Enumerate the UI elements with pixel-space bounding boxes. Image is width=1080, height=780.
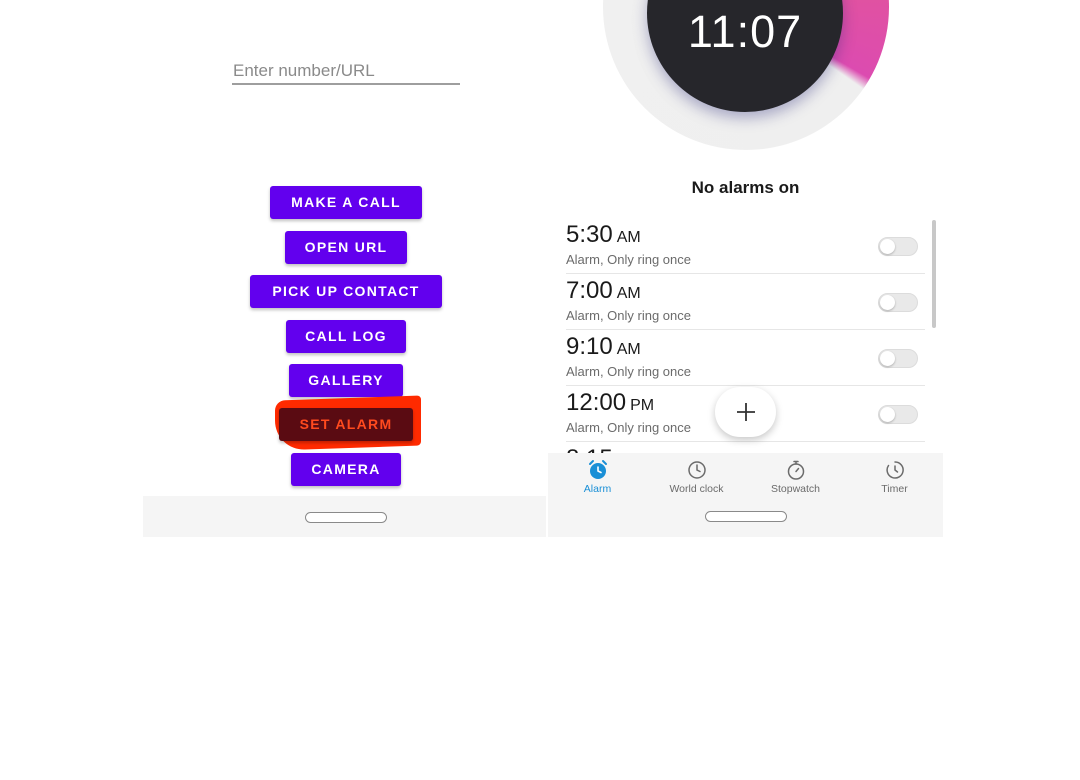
alarm-description: Alarm, Only ring once bbox=[566, 252, 691, 267]
alarm-row[interactable]: 5:30 AM Alarm, Only ring once bbox=[566, 218, 925, 274]
add-alarm-button[interactable] bbox=[715, 387, 776, 437]
timer-icon bbox=[885, 461, 904, 479]
make-call-button[interactable]: MAKE A CALL bbox=[270, 186, 422, 219]
home-gesture-pill[interactable] bbox=[305, 512, 387, 523]
tab-label: World clock bbox=[669, 483, 724, 495]
alarm-description: Alarm, Only ring once bbox=[566, 420, 691, 435]
alarm-status-text: No alarms on bbox=[691, 178, 800, 197]
number-url-input[interactable] bbox=[232, 58, 460, 85]
alarm-description: Alarm, Only ring once bbox=[566, 364, 691, 379]
alarm-time: 7:00 AM bbox=[566, 277, 641, 304]
alarm-row[interactable]: 9:10 AM Alarm, Only ring once bbox=[566, 330, 925, 386]
alarm-ampm: AM bbox=[616, 285, 641, 302]
tab-label: Stopwatch bbox=[770, 483, 821, 495]
alarm-time: 5:30 AM bbox=[566, 221, 641, 248]
open-url-button[interactable]: OPEN URL bbox=[285, 231, 407, 264]
alarm-ampm: AM bbox=[616, 341, 641, 358]
alarm-toggle[interactable] bbox=[878, 237, 918, 256]
stopwatch-icon bbox=[787, 460, 804, 480]
call-log-button[interactable]: CALL LOG bbox=[286, 320, 406, 353]
alarm-ampm: PM bbox=[630, 397, 655, 414]
intent-app-screen: MAKE A CALL OPEN URL PICK UP CONTACT CAL… bbox=[143, 0, 546, 537]
current-time: 11:07 bbox=[687, 6, 803, 57]
screenshot-canvas: MAKE A CALL OPEN URL PICK UP CONTACT CAL… bbox=[0, 0, 1080, 780]
bottom-tab-bar: Alarm World clock Stopwatch Timer bbox=[548, 453, 943, 537]
alarm-row[interactable]: 7:00 AM Alarm, Only ring once bbox=[566, 274, 925, 330]
alarm-time: 12:00 PM bbox=[566, 389, 655, 416]
alarm-toggle[interactable] bbox=[878, 349, 918, 368]
toggle-knob bbox=[880, 351, 895, 366]
toggle-knob bbox=[880, 407, 895, 422]
pick-up-contact-button[interactable]: PICK UP CONTACT bbox=[250, 275, 442, 308]
tab-timer[interactable]: Timer bbox=[845, 459, 943, 501]
plus-icon bbox=[736, 403, 755, 421]
alarm-ampm: AM bbox=[616, 229, 641, 246]
alarm-toggle[interactable] bbox=[878, 293, 918, 312]
clock-app-screen: 11:07 No alarms on 5:30 AM Alarm, Only ri… bbox=[548, 0, 943, 537]
alarm-time: 8:15 bbox=[566, 445, 613, 453]
toggle-knob bbox=[880, 239, 895, 254]
alarm-time: 9:10 AM bbox=[566, 333, 641, 360]
tab-stopwatch[interactable]: Stopwatch bbox=[746, 459, 845, 501]
tab-world-clock[interactable]: World clock bbox=[647, 459, 746, 501]
list-scrollbar[interactable] bbox=[932, 220, 936, 328]
camera-button[interactable]: CAMERA bbox=[291, 453, 401, 486]
toggle-knob bbox=[880, 295, 895, 310]
tab-alarm[interactable]: Alarm bbox=[548, 459, 647, 501]
alarm-row-partial[interactable]: 8:15 bbox=[566, 442, 925, 453]
world-clock-icon bbox=[687, 461, 706, 479]
gallery-button[interactable]: GALLERY bbox=[289, 364, 403, 397]
home-gesture-pill[interactable] bbox=[705, 511, 787, 522]
tab-label: Timer bbox=[881, 483, 908, 495]
alarm-clock-icon bbox=[588, 460, 607, 479]
system-nav-bar bbox=[143, 496, 546, 537]
tab-label: Alarm bbox=[583, 483, 612, 495]
alarm-description: Alarm, Only ring once bbox=[566, 308, 691, 323]
alarm-toggle[interactable] bbox=[878, 405, 918, 424]
set-alarm-button[interactable]: SET ALARM bbox=[279, 408, 413, 441]
